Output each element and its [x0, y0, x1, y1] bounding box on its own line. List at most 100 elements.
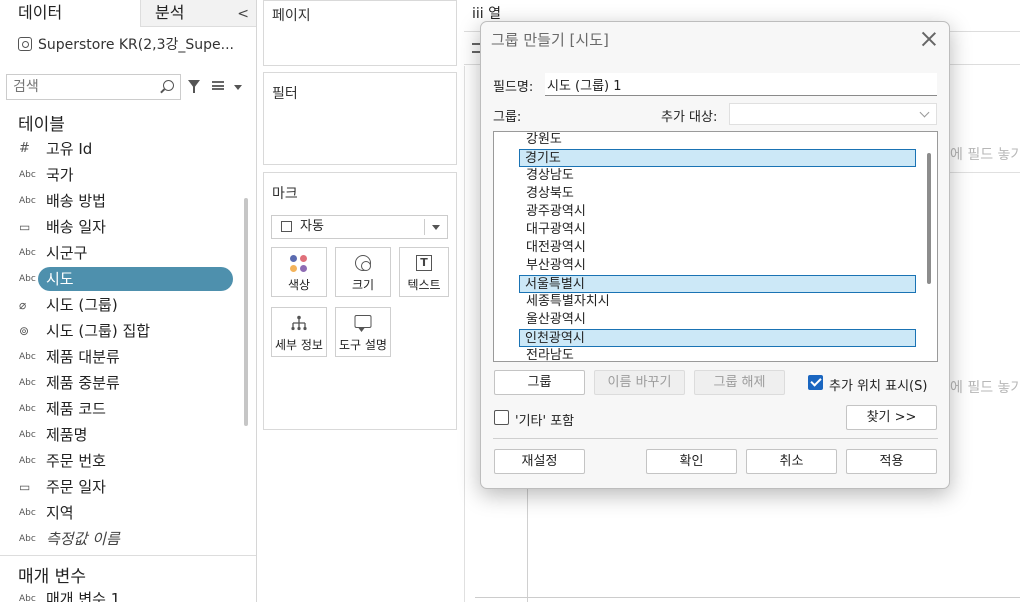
fieldname-input[interactable] — [545, 73, 937, 96]
collapse-icon[interactable]: < — [237, 2, 249, 27]
field-label: 국가 — [46, 166, 74, 184]
group-list-item[interactable]: 대전광역시 — [520, 239, 586, 257]
auto-mark-icon — [281, 221, 292, 232]
field-item[interactable]: Abc 시도 — [0, 266, 240, 292]
datasource-item[interactable]: Superstore KR(2,3강_Supe... — [18, 34, 234, 54]
group-list-item[interactable]: 강원도 — [520, 132, 562, 149]
include-other-label: '기타' 포함 — [515, 414, 575, 429]
field-label: 배송 방법 — [46, 192, 106, 210]
ok-button[interactable]: 확인 — [646, 449, 737, 474]
field-item[interactable]: Abc 주문 번호 — [0, 448, 240, 474]
color-icon — [290, 255, 308, 273]
string-type-icon: Abc — [19, 352, 36, 362]
group-list-item[interactable]: 경기도 — [519, 149, 916, 167]
search-input[interactable] — [7, 75, 157, 99]
group-list-item[interactable]: 부산광역시 — [520, 257, 586, 275]
filters-shelf[interactable]: 필터 — [263, 72, 457, 165]
field-label: 제품명 — [46, 426, 88, 444]
field-item[interactable]: # 고유 Id — [0, 136, 240, 162]
detail-button[interactable]: 세부 정보 — [271, 307, 327, 357]
group-list-item[interactable]: 대구광역시 — [520, 221, 586, 239]
string-type-icon: Abc — [19, 456, 36, 466]
date-type-icon: ▭ — [19, 480, 31, 494]
ungroup-button[interactable]: 그룹 해제 — [694, 370, 785, 395]
string-type-icon: Abc — [19, 170, 36, 180]
field-label: 시도 (그룹) — [46, 296, 118, 314]
group-list-item[interactable]: 서울특별시 — [519, 275, 916, 293]
field-item[interactable]: Abc 배송 방법 — [0, 188, 240, 214]
field-item[interactable]: ▭ 주문 일자 — [0, 474, 240, 500]
apply-button[interactable]: 적용 — [846, 449, 937, 474]
field-item[interactable]: Abc 국가 — [0, 162, 240, 188]
group-list-item[interactable]: 울산광역시 — [520, 311, 586, 329]
text-button[interactable]: T 텍스트 — [399, 247, 449, 297]
field-label: 측정값 이름 — [46, 530, 120, 548]
group-list-item[interactable]: 경상북도 — [520, 185, 574, 203]
reset-button[interactable]: 재설정 — [494, 449, 585, 474]
field-item[interactable]: Abc 지역 — [0, 500, 240, 526]
dialog-divider — [493, 438, 938, 439]
set-type-icon: ⊚ — [19, 324, 30, 338]
string-type-icon: Abc — [19, 248, 36, 258]
select-separator — [424, 219, 425, 235]
field-label: 시군구 — [46, 244, 88, 262]
field-item[interactable]: ⌀ 시도 (그룹) — [0, 292, 240, 318]
field-list-scrollbar[interactable] — [244, 198, 248, 426]
group-list-item[interactable]: 전라남도 — [520, 347, 574, 361]
size-button[interactable]: 크기 — [335, 247, 391, 297]
field-label: 제품 대분류 — [46, 348, 120, 366]
group-list-item[interactable]: 세종특별자치시 — [520, 293, 610, 311]
dialog-title: 그룹 만들기 [시도] — [491, 31, 609, 49]
tooltip-button[interactable]: 도구 설명 — [335, 307, 391, 357]
columns-label: iii 열 — [472, 6, 501, 22]
string-type-icon: Abc — [19, 196, 36, 206]
group-list-item[interactable]: 광주광역시 — [520, 203, 586, 221]
divider — [0, 555, 256, 556]
rename-button[interactable]: 이름 바꾸기 — [594, 370, 685, 395]
canvas-divider — [475, 597, 1020, 598]
field-item-parameter[interactable]: Abc 매개 변수 1 — [0, 586, 240, 602]
group-list-item[interactable]: 인천광역시 — [519, 329, 916, 347]
field-list: # 고유 Id Abc 국가 Abc 배송 방법 ▭ 배송 일자 Abc 시군구 Abc 시도 ⌀ 시도 … — [0, 136, 240, 552]
field-item[interactable]: Abc 측정값 이름 — [0, 526, 240, 552]
group-members-list[interactable]: 전라남도 인천광역시 울산광역시 세종특별자치시 서울특별시 부산광역시 대전광역시 대구광역… — [493, 131, 938, 362]
data-pane: 데이터 분석 < Superstore KR(2,3강_Supe... 테이블 … — [0, 0, 257, 602]
close-icon[interactable] — [919, 29, 939, 49]
field-item[interactable]: ⊚ 시도 (그룹) 집합 — [0, 318, 240, 344]
pages-shelf[interactable]: 페이지 — [263, 0, 457, 66]
search-icon[interactable] — [163, 80, 174, 91]
field-item[interactable]: Abc 제품명 — [0, 422, 240, 448]
number-type-icon: # — [19, 141, 30, 156]
group-type-icon: ⌀ — [19, 298, 27, 312]
field-label: 시도 (그룹) 집합 — [46, 322, 151, 340]
marks-card: 마크 자동 색상 크기 T 텍스트 세부 정보 도구 설명 — [263, 172, 457, 430]
field-label: 제품 코드 — [46, 400, 106, 418]
tab-data[interactable]: 데이터 — [0, 0, 140, 27]
include-other-checkbox[interactable] — [494, 410, 509, 425]
filter-icon[interactable] — [188, 80, 200, 93]
field-label: 고유 Id — [46, 140, 93, 158]
string-type-icon: Abc — [19, 594, 36, 602]
add-to-select[interactable] — [729, 103, 937, 125]
field-label: 매개 변수 1 — [46, 590, 121, 602]
find-button[interactable]: 찾기 >> — [846, 405, 937, 430]
parameters-heading: 매개 변수 — [18, 567, 86, 587]
cancel-button[interactable]: 취소 — [746, 449, 837, 474]
field-item[interactable]: Abc 시군구 — [0, 240, 240, 266]
field-item[interactable]: Abc 제품 대분류 — [0, 344, 240, 370]
field-label: 제품 중분류 — [46, 374, 120, 392]
field-item[interactable]: ▭ 배송 일자 — [0, 214, 240, 240]
list-scrollbar[interactable] — [927, 153, 931, 284]
chevron-down-icon[interactable] — [234, 85, 242, 90]
group-button[interactable]: 그룹 — [494, 370, 585, 395]
color-button[interactable]: 색상 — [271, 247, 327, 297]
mark-type-select[interactable]: 자동 — [271, 215, 448, 239]
show-added-checkbox[interactable] — [808, 375, 823, 390]
field-item[interactable]: Abc 제품 코드 — [0, 396, 240, 422]
list-view-icon[interactable] — [212, 81, 224, 90]
group-list-item[interactable]: 경상남도 — [520, 167, 574, 185]
tab-analysis[interactable]: 분석 < — [140, 0, 256, 27]
filters-title: 필터 — [272, 86, 298, 102]
show-added-label: 추가 위치 표시(S) — [829, 379, 928, 394]
field-item[interactable]: Abc 제품 중분류 — [0, 370, 240, 396]
